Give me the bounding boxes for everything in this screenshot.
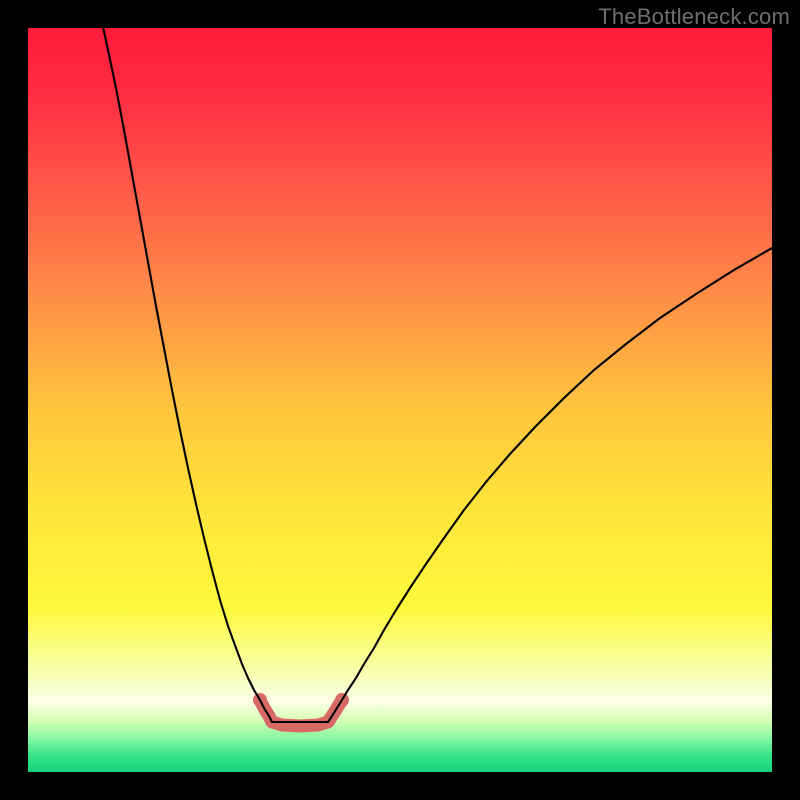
bottleneck-curve	[102, 28, 772, 722]
plot-area	[28, 28, 772, 772]
chart-stage: TheBottleneck.com	[0, 0, 800, 800]
watermark-text: TheBottleneck.com	[598, 4, 790, 30]
curve-layer	[28, 28, 772, 772]
